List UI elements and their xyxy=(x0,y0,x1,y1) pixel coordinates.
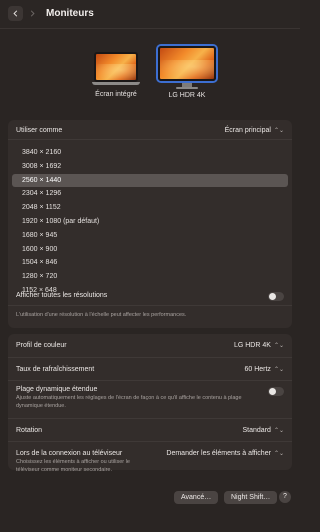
show-all-toggle[interactable] xyxy=(268,292,284,301)
tv-connection-label: Lors de la connexion au téléviseur xyxy=(16,450,123,457)
chevron-up-down-icon: ⌃⌄ xyxy=(273,451,284,457)
use-as-value: Écran principal xyxy=(224,127,271,134)
color-profile-value: LG HDR 4K xyxy=(233,342,271,349)
scaling-note: L'utilisation d'une résolution à l'échel… xyxy=(16,312,187,318)
display-lg-label: LG HDR 4K xyxy=(168,92,206,99)
night-shift-button[interactable]: Night Shift… xyxy=(224,491,278,504)
toggle-knob xyxy=(269,388,276,395)
hdr-toggle[interactable] xyxy=(268,387,284,396)
chevron-up-down-icon: ⌃⌄ xyxy=(273,367,284,373)
use-as-label: Utiliser comme xyxy=(16,127,63,134)
refresh-rate-label: Taux de rafraîchissement xyxy=(16,366,95,373)
rotation-label: Rotation xyxy=(16,427,43,434)
monitor-foot xyxy=(176,87,198,89)
divider xyxy=(8,441,292,442)
color-profile-label: Profil de couleur xyxy=(16,342,67,349)
tv-connection-value: Demander les éléments à afficher xyxy=(166,450,271,457)
chevron-left-icon xyxy=(13,10,18,17)
advanced-button[interactable]: Avancé… xyxy=(174,491,219,504)
laptop-base xyxy=(92,82,140,85)
display-builtin[interactable]: Écran intégré xyxy=(86,52,146,98)
tv-connection-popup[interactable]: Demander les éléments à afficher ⌃⌄ xyxy=(166,450,284,457)
resolution-list: 3840 × 2160 3008 × 1692 2560 × 1440 2304… xyxy=(12,146,288,298)
resolution-option-1504x846[interactable]: 1504 × 846 xyxy=(12,256,288,270)
divider xyxy=(8,139,292,140)
display-lg[interactable]: LG HDR 4K xyxy=(154,46,220,99)
divider xyxy=(8,418,292,419)
divider xyxy=(8,380,292,381)
rotation-popup[interactable]: Standard ⌃⌄ xyxy=(243,427,284,434)
display-selector: Écran intégré LG HDR 4K xyxy=(0,40,300,112)
tv-connection-description: Choisissez les éléments à afficher ou ut… xyxy=(16,459,130,473)
resolution-option-2560x1440[interactable]: 2560 × 1440 xyxy=(12,173,288,188)
color-profile-popup[interactable]: LG HDR 4K ⌃⌄ xyxy=(234,342,284,349)
resolution-option-2304x1296[interactable]: 2304 × 1296 xyxy=(12,187,288,201)
show-all-label: Afficher toutes les résolutions xyxy=(16,292,108,299)
display-builtin-thumbnail xyxy=(94,52,138,82)
forward-button[interactable] xyxy=(25,6,40,21)
chevron-up-down-icon: ⌃⌄ xyxy=(273,428,284,434)
hdr-label: Plage dynamique étendue xyxy=(16,386,98,393)
refresh-rate-popup[interactable]: 60 Hertz ⌃⌄ xyxy=(244,366,284,373)
display-lg-thumbnail xyxy=(158,46,216,81)
divider xyxy=(8,357,292,358)
display-builtin-label: Écran intégré xyxy=(95,91,137,98)
resolution-option-2048x1152[interactable]: 2048 × 1152 xyxy=(12,201,288,215)
use-as-popup[interactable]: Écran principal ⌃⌄ xyxy=(225,127,284,134)
chevron-right-icon xyxy=(30,10,35,17)
resolution-option-1680x945[interactable]: 1680 × 945 xyxy=(12,229,288,243)
resolution-option-1920x1080[interactable]: 1920 × 1080 (par défaut) xyxy=(12,215,288,229)
resolution-option-3840x2160[interactable]: 3840 × 2160 xyxy=(12,146,288,160)
title-bar: Moniteurs xyxy=(0,0,300,29)
window-title: Moniteurs xyxy=(46,8,94,19)
rotation-value: Standard xyxy=(242,427,271,434)
toggle-knob xyxy=(269,293,276,300)
chevron-up-down-icon: ⌃⌄ xyxy=(273,343,284,349)
resolution-option-3008x1692[interactable]: 3008 × 1692 xyxy=(12,160,288,174)
resolution-option-1600x900[interactable]: 1600 × 900 xyxy=(12,243,288,257)
chevron-up-down-icon: ⌃⌄ xyxy=(273,128,284,134)
refresh-rate-value: 60 Hertz xyxy=(244,366,271,373)
resolution-option-1280x720[interactable]: 1280 × 720 xyxy=(12,270,288,284)
divider xyxy=(8,305,292,306)
back-button[interactable] xyxy=(8,6,23,21)
help-button[interactable]: ? xyxy=(279,491,291,503)
hdr-description: Ajuste automatiquement les réglages de l… xyxy=(16,395,242,409)
